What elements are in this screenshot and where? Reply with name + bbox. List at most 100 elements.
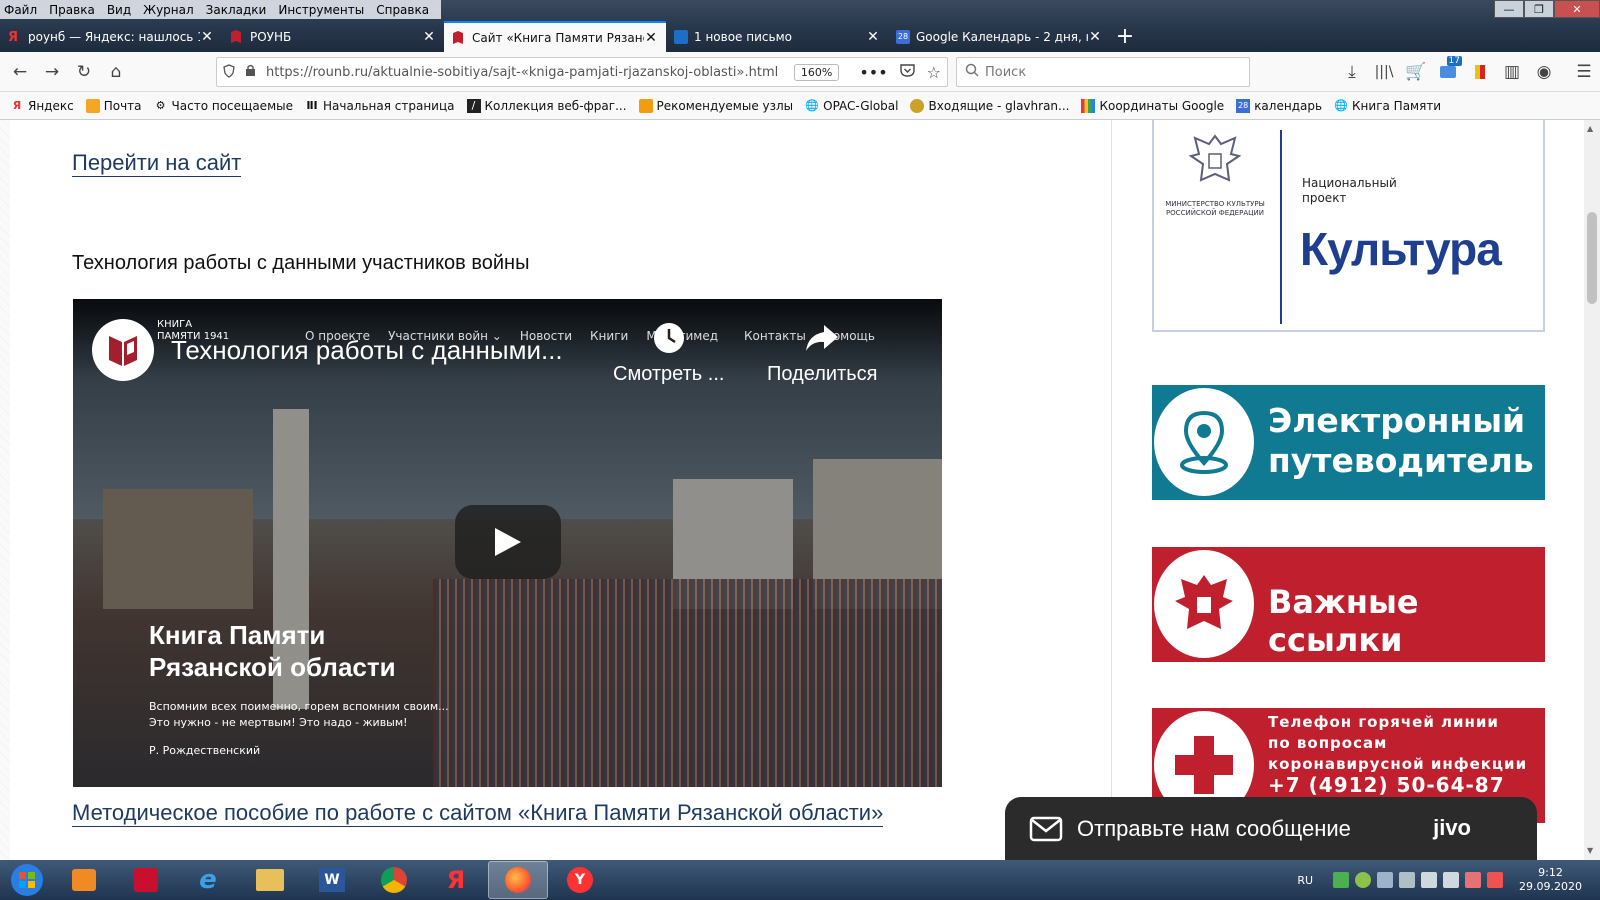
monitor-icon[interactable] xyxy=(1421,872,1438,888)
bookmark-start-page[interactable]: ⅡⅠ Начальная страница xyxy=(305,99,454,113)
action-center-icon[interactable] xyxy=(1487,872,1504,888)
network-icon[interactable] xyxy=(1377,872,1394,888)
taskbar-internet-explorer[interactable]: e xyxy=(178,861,238,899)
globe-icon: 🌐 xyxy=(805,99,819,112)
bookmark-calendar[interactable]: 28 календарь xyxy=(1236,98,1322,113)
bookmark-google-coords[interactable]: Координаты Google xyxy=(1081,98,1224,113)
taskbar-media-player[interactable] xyxy=(54,861,114,899)
zoom-level-indicator[interactable]: 160% xyxy=(793,63,840,81)
tracking-shield-icon[interactable] xyxy=(223,63,235,81)
close-window-button[interactable]: ✕ xyxy=(1554,0,1600,18)
taskbar-word[interactable]: W xyxy=(302,861,362,899)
banner-national-project-culture[interactable]: МИНИСТЕРСТВО КУЛЬТУРЫ РОССИЙСКОЙ ФЕДЕРАЦ… xyxy=(1152,120,1545,332)
forward-button[interactable]: → xyxy=(36,56,68,88)
bookmark-label: Почта xyxy=(103,98,142,113)
bookmark-most-visited[interactable]: ⚙ Часто посещаемые xyxy=(154,99,293,113)
taskbar-acrobat[interactable] xyxy=(116,861,176,899)
close-tab-icon[interactable]: ✕ xyxy=(866,29,880,45)
bookmark-star-icon[interactable]: ☆ xyxy=(927,63,941,82)
antivirus-icon[interactable] xyxy=(1333,872,1350,888)
taskbar-firefox[interactable] xyxy=(488,861,548,899)
tab-google-calendar[interactable]: 28 Google Календарь - 2 дня, нач... ✕ xyxy=(888,21,1110,52)
taskbar-yandex[interactable]: Y xyxy=(550,861,610,899)
volume-icon[interactable] xyxy=(1443,872,1460,888)
library-button[interactable]: |||\ xyxy=(1368,56,1400,88)
watch-later-label: Смотреть ... xyxy=(613,363,725,385)
back-button[interactable]: ← xyxy=(4,56,36,88)
language-indicator[interactable]: RU xyxy=(1297,874,1313,887)
menu-help[interactable]: Справка xyxy=(376,3,429,17)
method-guide-link[interactable]: Методическое пособие по работе с сайтом … xyxy=(72,800,884,827)
menu-history[interactable]: Журнал xyxy=(143,3,194,17)
youtube-video-player[interactable]: КНИГА ПАМЯТИ 1941 О проекте Участники во… xyxy=(73,299,942,787)
menu-bookmarks[interactable]: Закладки xyxy=(206,3,267,17)
menu-tools[interactable]: Инструменты xyxy=(278,3,364,17)
watch-later-button[interactable]: Смотреть ... xyxy=(613,321,724,386)
bookmark-mail[interactable]: Почта xyxy=(85,98,142,113)
bookmark-extension-button[interactable] xyxy=(1464,56,1496,88)
home-button[interactable]: ⌂ xyxy=(100,56,132,88)
banner-electronic-guide[interactable]: Электронный путеводитель xyxy=(1152,385,1545,500)
bookmark-kniga-pamyati[interactable]: 🌐 Книга Памяти xyxy=(1334,99,1441,113)
start-button[interactable] xyxy=(0,860,54,900)
mail-icon xyxy=(674,29,688,44)
banner-text-line: по вопросам xyxy=(1268,734,1388,752)
bookmark-web-slices[interactable]: / Коллекция веб-фраг... xyxy=(466,98,627,113)
channel-logo[interactable] xyxy=(92,319,154,381)
tab-mail[interactable]: 1 новое письмо ✕ xyxy=(666,21,888,52)
connection-icon[interactable] xyxy=(1399,872,1416,888)
jivo-chat-widget[interactable]: Отправьте нам сообщение jivo xyxy=(1005,797,1537,861)
new-tab-button[interactable]: + xyxy=(1110,21,1140,52)
mail-notifier-button[interactable]: 17 xyxy=(1432,56,1464,88)
taskbar-explorer[interactable] xyxy=(240,861,300,899)
banner-important-links[interactable]: Важные ссылки xyxy=(1152,547,1545,662)
menu-view[interactable]: Вид xyxy=(107,3,131,17)
search-bar[interactable]: Поиск xyxy=(956,57,1250,87)
share-button[interactable]: Поделиться xyxy=(767,321,877,386)
share-label: Поделиться xyxy=(767,363,878,385)
bookmark-yandex[interactable]: Я Яндекс xyxy=(10,99,74,113)
tab-yandex-search[interactable]: Я роунб — Яндекс: нашлось 12... ✕ xyxy=(0,21,222,52)
video-title[interactable]: Технология работы с данными... xyxy=(171,335,563,366)
menu-edit[interactable]: Правка xyxy=(49,3,95,17)
bookmark-opac-global[interactable]: 🌐 OPAC-Global xyxy=(805,99,898,113)
sidebar-column: МИНИСТЕРСТВО КУЛЬТУРЫ РОССИЙСКОЙ ФЕДЕРАЦ… xyxy=(1112,120,1584,860)
close-tab-icon[interactable]: ✕ xyxy=(1088,29,1102,45)
sidebar-button[interactable]: ▥ xyxy=(1496,56,1528,88)
minimize-button[interactable]: — xyxy=(1494,0,1524,18)
bookmark-label: Книга Памяти xyxy=(1352,98,1442,113)
lock-icon[interactable] xyxy=(245,64,256,80)
scroll-down-icon[interactable]: ▼ xyxy=(1587,846,1593,855)
url-text[interactable]: https://rounb.ru/aktualnie-sobitiya/sajt… xyxy=(266,65,794,80)
taskbar-yandex-browser[interactable]: Я xyxy=(426,861,486,899)
flag-icon[interactable] xyxy=(1465,872,1482,888)
taskbar-clock[interactable]: 9:12 29.09.2020 xyxy=(1519,866,1582,894)
bookmark-label: Рекомендуемые узлы xyxy=(656,98,794,113)
menu-button[interactable]: ☰ xyxy=(1568,56,1600,88)
reload-button[interactable]: ↻ xyxy=(68,56,100,88)
sync-icon[interactable] xyxy=(1355,872,1372,888)
downloads-button[interactable]: ⤓ xyxy=(1336,56,1368,88)
bookmark-suggested-sites[interactable]: Рекомендуемые узлы xyxy=(638,98,794,113)
tab-rounb[interactable]: РОУНБ ✕ xyxy=(222,21,444,52)
bookmark-inbox[interactable]: Входящие - glavhran... xyxy=(910,98,1069,113)
go-to-site-link[interactable]: Перейти на сайт xyxy=(72,150,242,177)
close-tab-icon[interactable]: ✕ xyxy=(422,29,436,45)
scrollbar-thumb[interactable] xyxy=(1587,212,1597,304)
menu-file[interactable]: Файл xyxy=(4,3,37,17)
taskbar-chrome[interactable] xyxy=(364,861,424,899)
cart-button[interactable]: 🛒 xyxy=(1400,56,1432,88)
scroll-up-icon[interactable]: ▲ xyxy=(1587,124,1593,133)
page-scrollbar[interactable]: ▲ ▼ xyxy=(1584,120,1600,860)
play-button[interactable] xyxy=(455,505,561,579)
menu-bar: Файл Правка Вид Журнал Закладки Инструме… xyxy=(0,0,442,19)
tab-kniga-pamyati[interactable]: Сайт «Книга Памяти Рязанско... ✕ xyxy=(444,21,666,52)
pocket-icon[interactable] xyxy=(899,64,915,80)
account-button[interactable]: ◉ xyxy=(1528,56,1560,88)
page-actions-icon[interactable]: ••• xyxy=(859,63,887,82)
close-tab-icon[interactable]: ✕ xyxy=(644,30,658,46)
medical-cross-icon xyxy=(1175,736,1233,794)
close-tab-icon[interactable]: ✕ xyxy=(200,29,214,45)
url-bar[interactable]: https://rounb.ru/aktualnie-sobitiya/sajt… xyxy=(216,57,948,87)
maximize-button[interactable]: ❐ xyxy=(1524,0,1554,18)
